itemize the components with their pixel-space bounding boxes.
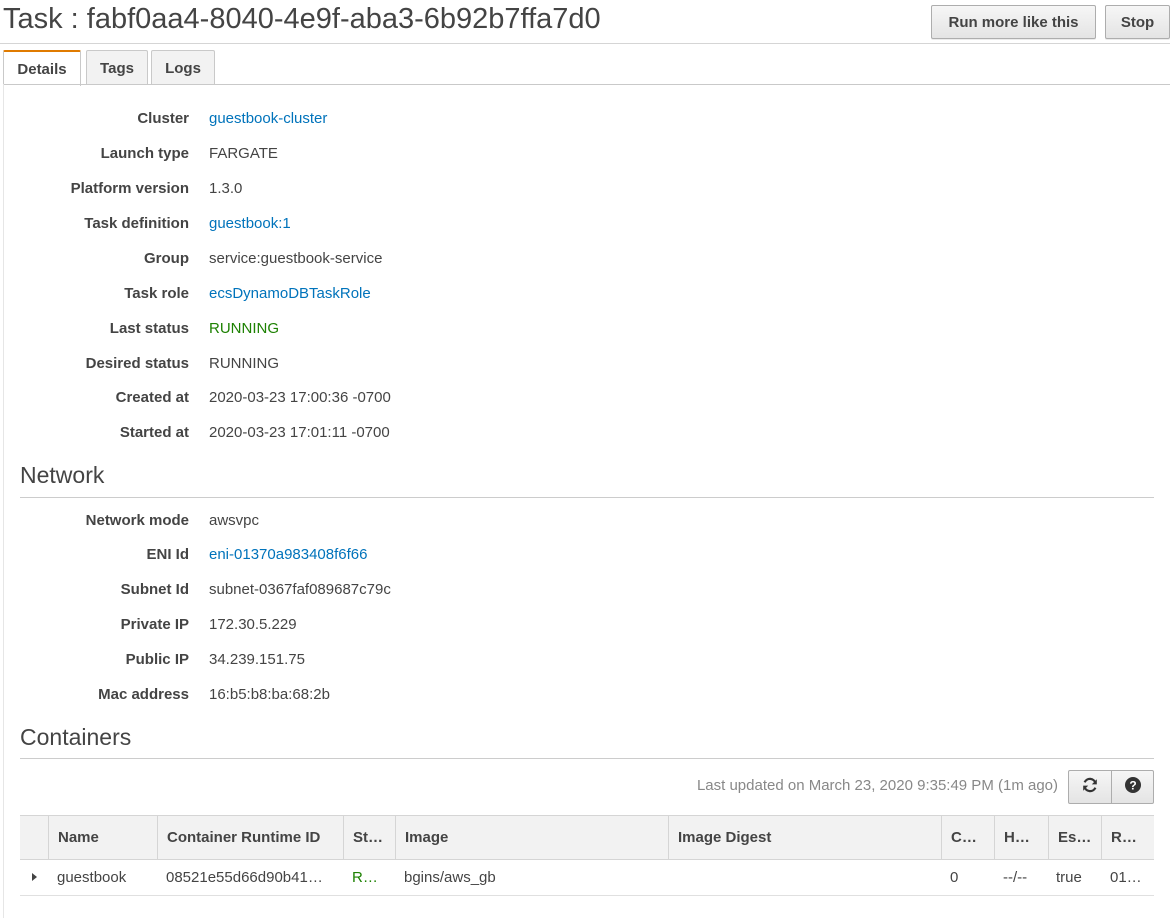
container-health: --/-- (1003, 869, 1028, 886)
detail-row-platform-version: Platform version 1.3.0 (0, 180, 1170, 202)
detail-label: Last status (109, 320, 189, 337)
page-title: Task : fabf0aa4-8040-4e9f-aba3-6b92b7ffa… (3, 3, 601, 35)
detail-label: Started at (119, 424, 189, 441)
containers-section-divider (20, 758, 1154, 759)
network-row-eni: ENI Id eni-01370a983408f6f66 (0, 546, 1170, 568)
containers-section-title: Containers (20, 724, 132, 750)
network-row-mac: Mac address 16:b5:b8:ba:68:2b (0, 686, 1170, 708)
detail-row-task-role: Task role ecsDynamoDBTaskRole (0, 285, 1170, 307)
column-header-essential[interactable]: Es… (1048, 816, 1101, 859)
column-header-cpu[interactable]: C… (941, 816, 994, 859)
network-value: subnet-0367faf089687c79c (209, 581, 391, 598)
network-label: Subnet Id (120, 581, 189, 598)
column-header-r[interactable]: R… (1101, 816, 1154, 859)
task-role-link[interactable]: ecsDynamoDBTaskRole (209, 285, 371, 302)
detail-row-created-at: Created at 2020-03-23 17:00:36 -0700 (0, 389, 1170, 411)
table-row[interactable]: guestbook 08521e55d66d90b41… R… bgins/aw… (20, 860, 1154, 896)
column-header-name[interactable]: Name (48, 816, 157, 859)
containers-table-header: Name Container Runtime ID St… Image Imag… (20, 815, 1154, 860)
column-header-health[interactable]: H… (994, 816, 1048, 859)
network-section-divider (20, 497, 1154, 498)
detail-value: RUNNING (209, 355, 279, 372)
network-label: Public IP (125, 651, 189, 668)
network-row-private-ip: Private IP 172.30.5.229 (0, 616, 1170, 638)
container-image: bgins/aws_gb (404, 869, 496, 886)
detail-row-started-at: Started at 2020-03-23 17:01:11 -0700 (0, 424, 1170, 446)
column-header-image[interactable]: Image (395, 816, 668, 859)
network-label: ENI Id (146, 546, 189, 563)
panel-border (3, 84, 4, 918)
network-value: 172.30.5.229 (209, 616, 297, 633)
detail-label: Task definition (84, 215, 189, 232)
detail-row-task-definition: Task definition guestbook:1 (0, 215, 1170, 237)
detail-value: 1.3.0 (209, 180, 243, 197)
container-runtime-id: 08521e55d66d90b41… (166, 869, 323, 886)
network-value: 16:b5:b8:ba:68:2b (209, 686, 330, 703)
svg-text:?: ? (1129, 778, 1136, 792)
run-more-like-this-button[interactable]: Run more like this (931, 5, 1096, 39)
detail-label: Group (144, 250, 189, 267)
page-header: Task : fabf0aa4-8040-4e9f-aba3-6b92b7ffa… (0, 0, 1170, 44)
tab-logs[interactable]: Logs (151, 50, 215, 85)
network-label: Network mode (85, 512, 189, 529)
network-label: Private IP (120, 616, 189, 633)
tab-tags[interactable]: Tags (86, 50, 148, 85)
last-status-value: RUNNING (209, 320, 279, 337)
network-section-title: Network (20, 462, 105, 488)
expand-toggle[interactable] (20, 860, 48, 895)
caret-right-icon (32, 873, 37, 881)
network-row-mode: Network mode awsvpc (0, 512, 1170, 534)
detail-value: 2020-03-23 17:00:36 -0700 (209, 389, 391, 406)
detail-label: Launch type (100, 145, 189, 162)
expand-column-header (20, 816, 48, 859)
network-row-public-ip: Public IP 34.239.151.75 (0, 651, 1170, 673)
column-header-status[interactable]: St… (343, 816, 395, 859)
stop-button[interactable]: Stop (1105, 5, 1170, 39)
network-value: awsvpc (209, 512, 260, 529)
detail-value: 2020-03-23 17:01:11 -0700 (209, 424, 390, 441)
detail-row-desired-status: Desired status RUNNING (0, 355, 1170, 377)
network-row-subnet: Subnet Id subnet-0367faf089687c79c (0, 581, 1170, 603)
refresh-button[interactable] (1068, 770, 1112, 804)
container-image-digest (677, 860, 941, 895)
network-value: 34.239.151.75 (209, 651, 305, 668)
refresh-icon (1081, 776, 1099, 798)
network-label: Mac address (98, 686, 189, 703)
detail-label: Created at (115, 389, 189, 406)
container-name: guestbook (57, 869, 127, 886)
detail-row-last-status: Last status RUNNING (0, 320, 1170, 342)
detail-row-group: Group service:guestbook-service (0, 250, 1170, 272)
detail-label: Desired status (85, 355, 189, 372)
container-r: 01… (1110, 869, 1142, 886)
last-updated-text: Last updated on March 23, 2020 9:35:49 P… (696, 777, 1058, 794)
detail-value: FARGATE (209, 145, 278, 162)
column-header-image-digest[interactable]: Image Digest (668, 816, 941, 859)
detail-label: Cluster (137, 110, 189, 127)
tab-details[interactable]: Details (3, 50, 81, 86)
detail-row-cluster: Cluster guestbook-cluster (0, 110, 1170, 132)
tab-divider (3, 84, 1170, 85)
detail-value: service:guestbook-service (209, 250, 383, 267)
header-divider (0, 43, 1170, 44)
task-definition-link[interactable]: guestbook:1 (209, 215, 291, 232)
help-icon: ? (1124, 776, 1142, 798)
detail-label: Platform version (70, 180, 189, 197)
container-essential: true (1056, 869, 1082, 886)
cluster-link[interactable]: guestbook-cluster (209, 110, 327, 127)
eni-id-link[interactable]: eni-01370a983408f6f66 (209, 546, 367, 563)
help-button[interactable]: ? (1111, 770, 1154, 804)
detail-row-launch-type: Launch type FARGATE (0, 145, 1170, 167)
column-header-container-runtime-id[interactable]: Container Runtime ID (157, 816, 343, 859)
container-status: R… (352, 869, 378, 886)
container-cpu: 0 (950, 869, 959, 886)
detail-label: Task role (124, 285, 189, 302)
